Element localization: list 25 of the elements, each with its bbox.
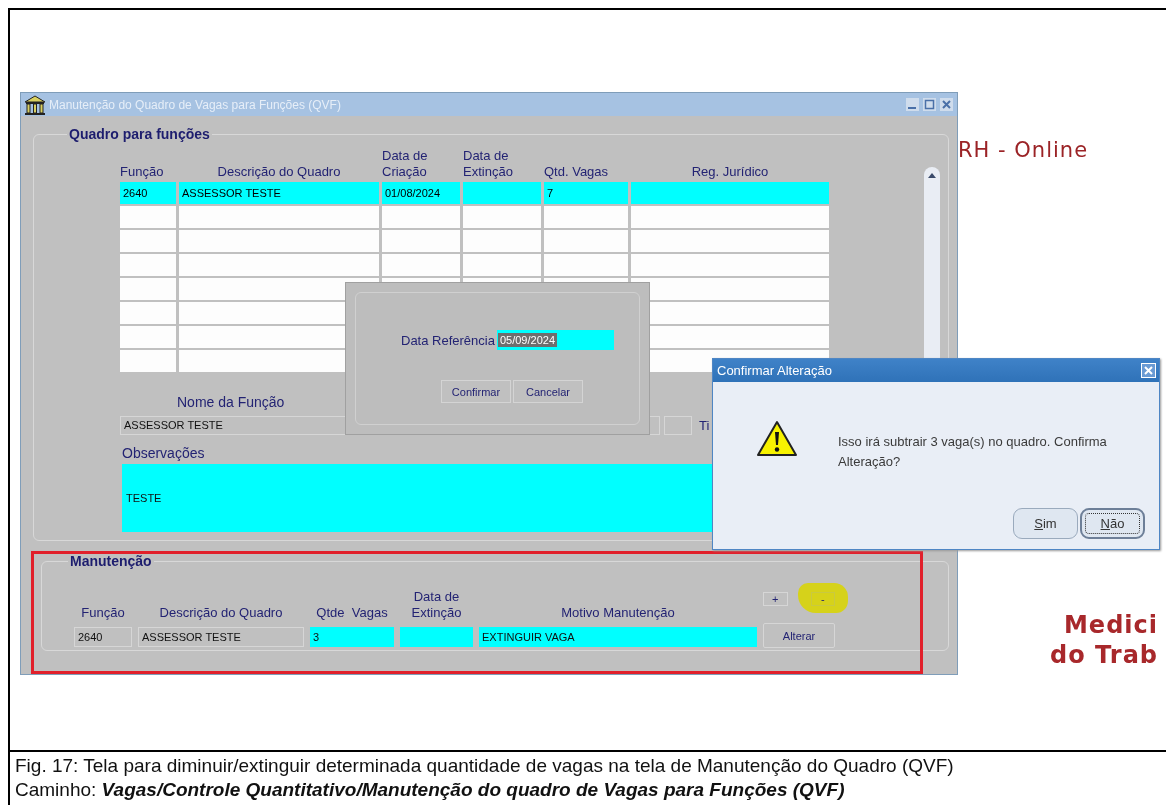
menu-path: Vagas/Controle Quantitativo/Manutenção do quadro de Vagas para Funções (QVF) <box>101 779 845 800</box>
window-title: Manutenção do Quadro de Vagas para Funções (QVF) <box>49 97 342 112</box>
column-header: Descrição do Quadro <box>216 164 342 180</box>
column-header: Reg. Jurídico <box>690 164 770 180</box>
column-header: Motivo Manutenção <box>560 605 676 621</box>
selected-text: 05/09/2024 <box>497 333 557 347</box>
brand-title: RH - Online <box>958 138 1089 162</box>
brand-subtitle: Medici <box>1063 610 1158 640</box>
path-label: Caminho: <box>15 779 97 800</box>
field-label: Observações <box>122 445 205 461</box>
field-label: Data Referência <box>401 332 495 348</box>
column-header: Data de Criação <box>382 148 429 180</box>
section-title: Quadro para funções <box>67 126 212 142</box>
figure-caption: Fig. 17: Tela para diminuir/extinguir determinada quantidade de vagas na tela de Manutenção do Quadro (QVF) <box>15 754 955 778</box>
column-header: Data de Extinção <box>463 148 514 180</box>
column-header: Data de Extinção <box>410 589 463 621</box>
column-header: Função <box>80 605 126 621</box>
column-header: Qtd. Vagas <box>544 164 610 180</box>
field-label: Ti <box>699 418 710 433</box>
brand-subtitle: do Trab <box>1050 640 1158 670</box>
column-header: Descrição do Quadro <box>158 605 284 621</box>
column-header: Qtde Vagas <box>315 605 389 621</box>
dialog-title: Confirmar Alteração <box>717 363 832 378</box>
column-header: Função <box>120 164 165 180</box>
field-label: Nome da Função <box>177 394 285 410</box>
